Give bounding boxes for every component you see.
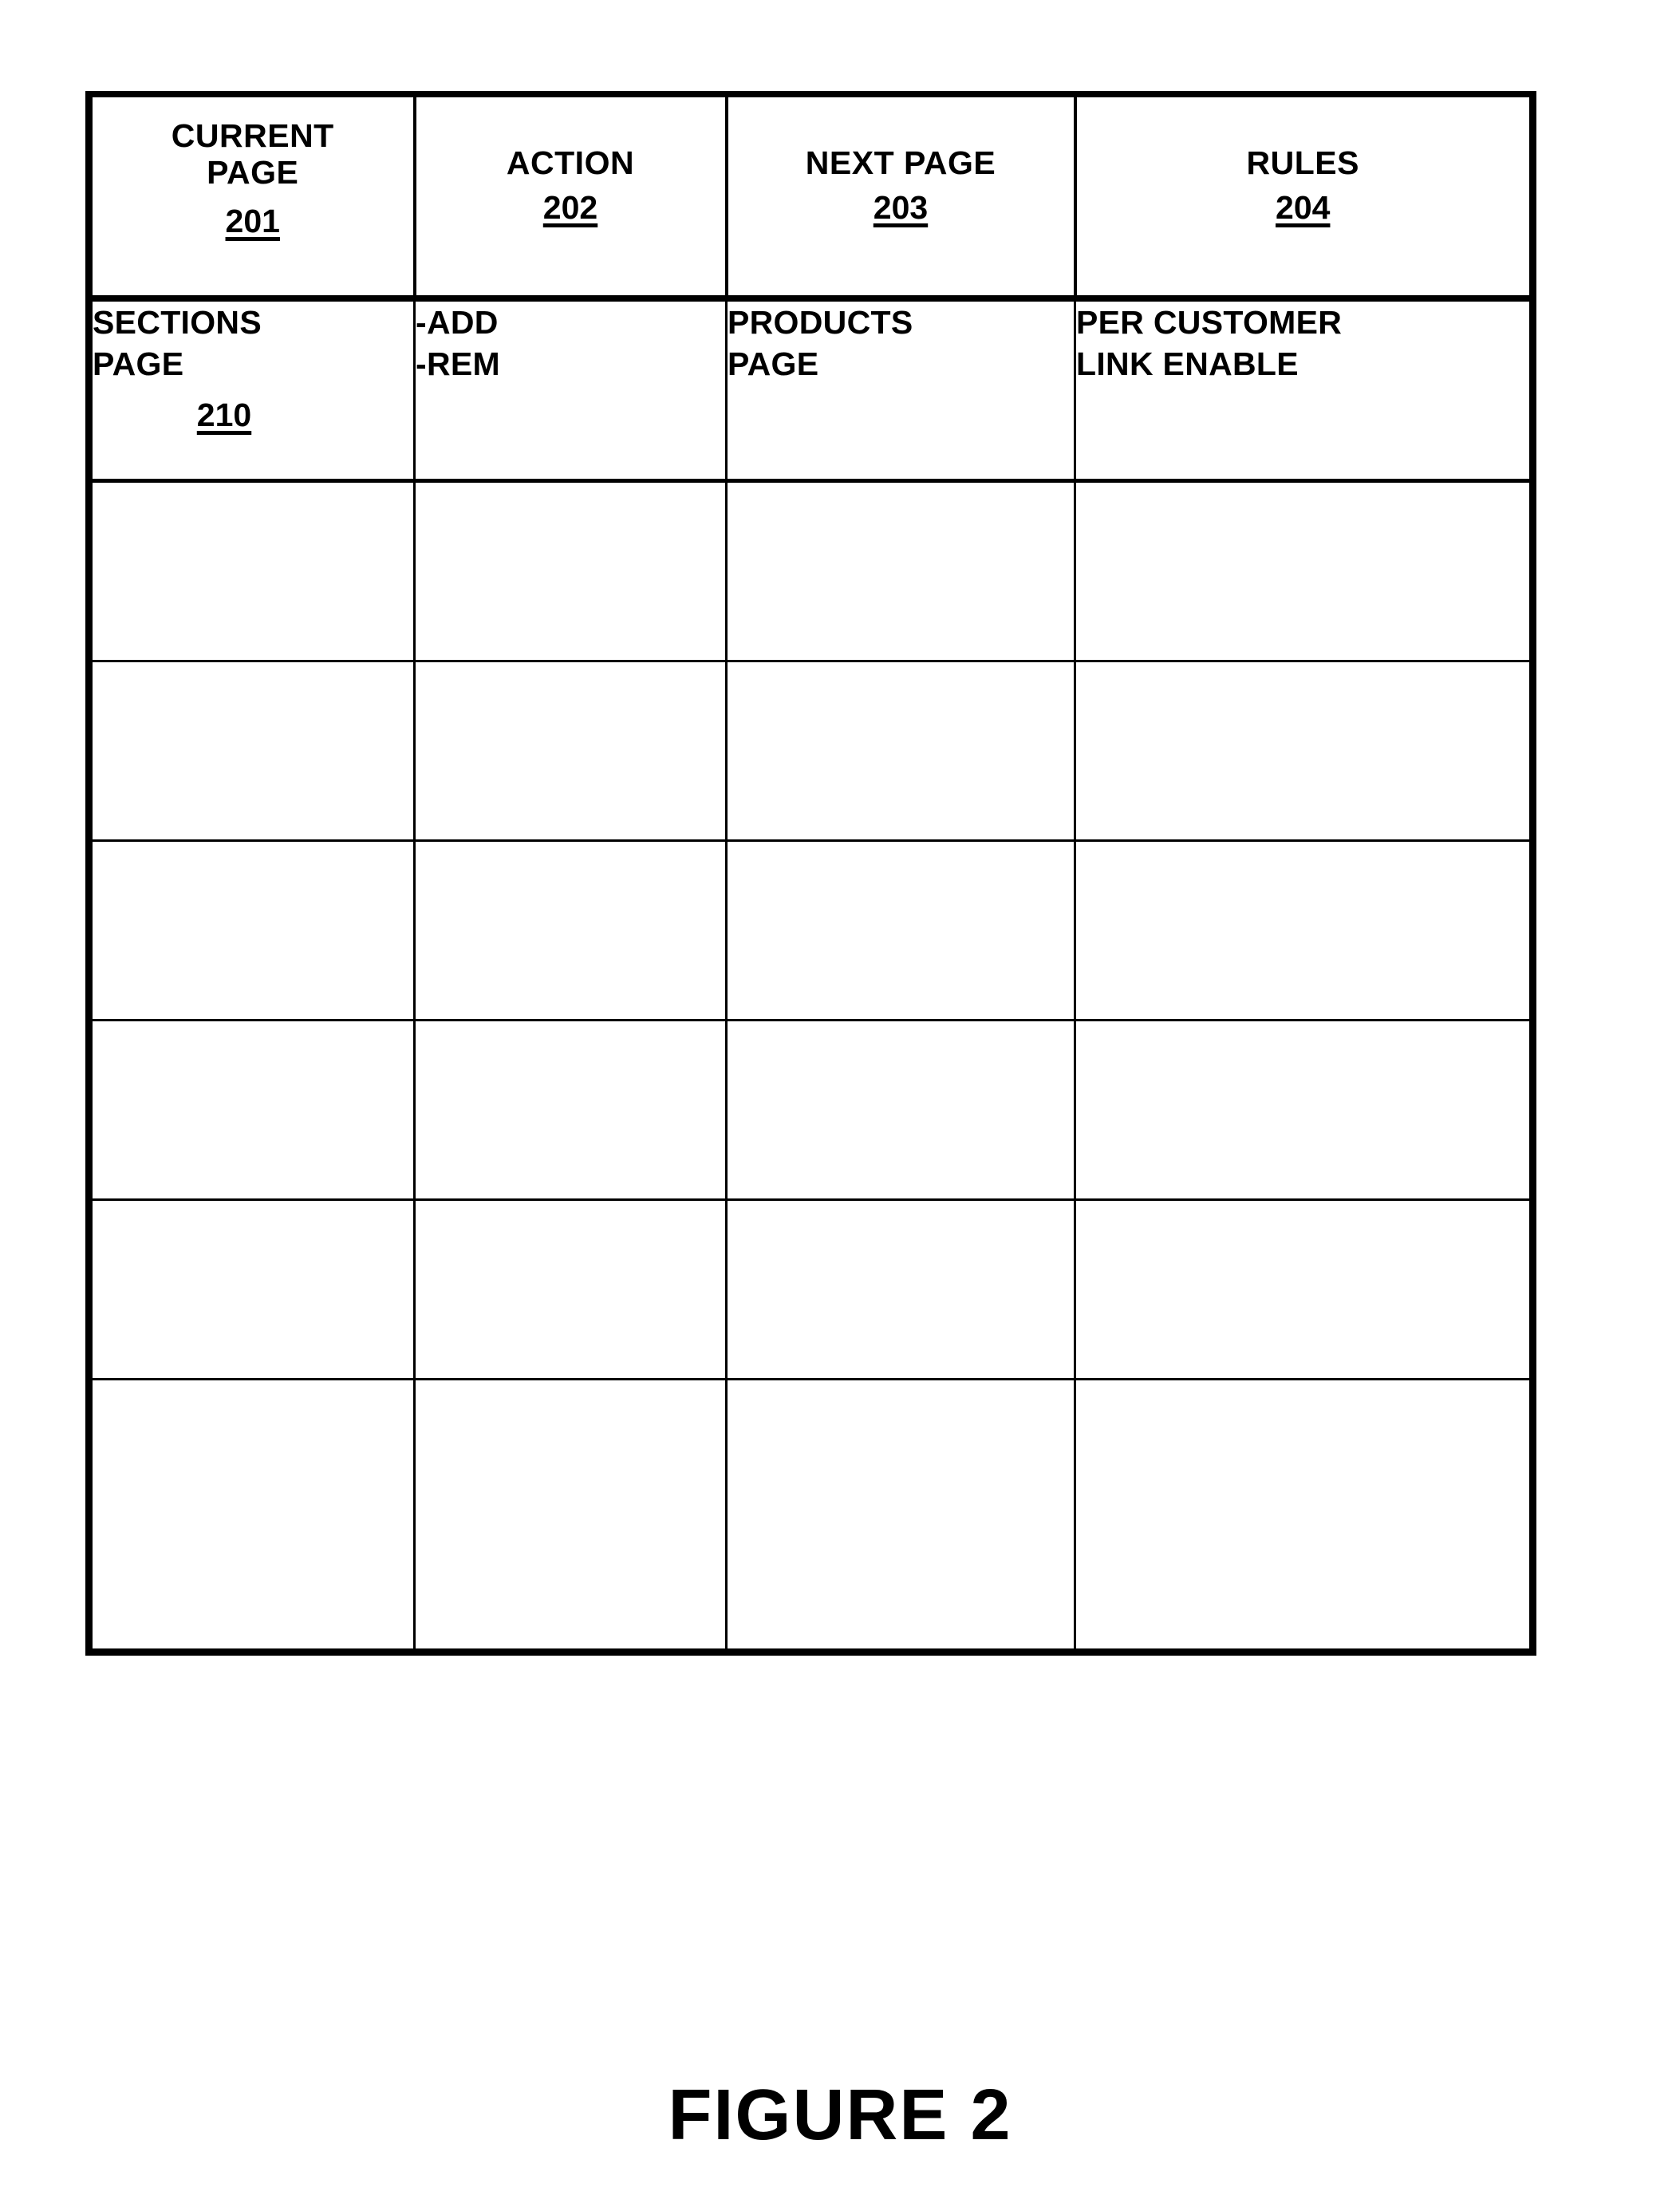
table-row-empty: [85, 1198, 1536, 1380]
table-header-row: CURRENT PAGE 201 ACTION 202 NEXT PAGE 20…: [85, 91, 1536, 302]
table-row-empty: [85, 480, 1536, 662]
figure-caption: FIGURE 2: [668, 2075, 1012, 2155]
cell-current-page-empty: [85, 1198, 416, 1380]
cell-rules-empty: [1074, 1378, 1536, 1656]
cell-rules-empty: [1074, 1019, 1536, 1201]
cell-next-page: PRODUCTS PAGE: [725, 297, 1076, 483]
cell-current-page: SECTIONS PAGE 210: [85, 297, 416, 483]
cell-next-page-empty: [725, 1198, 1076, 1380]
cell-next-page-empty: [725, 1378, 1076, 1656]
cell-current-page-empty: [85, 480, 416, 662]
cell-action-empty: [413, 480, 728, 662]
column-header-current-page: CURRENT PAGE 201: [85, 91, 416, 302]
cell-next-page-empty: [725, 1019, 1076, 1201]
cell-current-page-empty: [85, 839, 416, 1021]
cell-action-empty: [413, 839, 728, 1021]
cell-action-empty: [413, 1378, 728, 1656]
cell-current-page-ref: 210: [196, 396, 252, 433]
table-row-empty: [85, 839, 1536, 1021]
cell-action-empty: [413, 660, 728, 842]
cell-next-page-text: PRODUCTS PAGE: [728, 304, 913, 383]
table-row-empty: [85, 660, 1536, 842]
state-transition-table: CURRENT PAGE 201 ACTION 202 NEXT PAGE 20…: [85, 91, 1536, 1656]
cell-current-page-empty: [85, 1019, 416, 1201]
column-header-next-page-label: NEXT PAGE: [805, 144, 996, 181]
cell-current-page-text: SECTIONS PAGE: [93, 304, 262, 383]
column-header-action: ACTION 202: [412, 91, 728, 302]
column-header-action-ref: 202: [542, 189, 598, 227]
cell-rules-empty: [1074, 480, 1536, 662]
cell-action-empty: [413, 1019, 728, 1201]
cell-rules-empty: [1074, 1198, 1536, 1380]
column-header-current-page-ref: 201: [225, 202, 280, 239]
table-row-empty: [85, 1378, 1536, 1656]
cell-action-empty: [413, 1198, 728, 1380]
column-header-rules-ref: 204: [1276, 189, 1331, 227]
cell-action-text: -ADD -REM: [416, 304, 500, 383]
table-row-empty: [85, 1019, 1536, 1201]
cell-rules-empty: [1074, 660, 1536, 842]
cell-next-page-empty: [725, 660, 1076, 842]
column-header-current-page-label: CURRENT PAGE: [171, 117, 334, 191]
column-header-rules-label: RULES: [1246, 144, 1359, 181]
cell-next-page-empty: [725, 480, 1076, 662]
column-header-next-page-ref: 203: [873, 189, 929, 227]
cell-rules: PER CUSTOMER LINK ENABLE: [1074, 297, 1536, 483]
column-header-rules: RULES 204: [1073, 91, 1536, 302]
cell-action: -ADD -REM: [413, 297, 728, 483]
cell-rules-empty: [1074, 839, 1536, 1021]
cell-current-page-ref-wrap: 210: [93, 385, 413, 434]
cell-next-page-empty: [725, 839, 1076, 1021]
cell-current-page-empty: [85, 660, 416, 842]
column-header-next-page: NEXT PAGE 203: [724, 91, 1077, 302]
cell-rules-text: PER CUSTOMER LINK ENABLE: [1076, 304, 1343, 383]
table-row: SECTIONS PAGE 210 -ADD -REM PRODUCTS PAG…: [85, 297, 1536, 483]
cell-current-page-empty: [85, 1378, 416, 1656]
figure-sheet: CURRENT PAGE 201 ACTION 202 NEXT PAGE 20…: [0, 0, 1680, 2211]
column-header-action-label: ACTION: [506, 144, 635, 181]
